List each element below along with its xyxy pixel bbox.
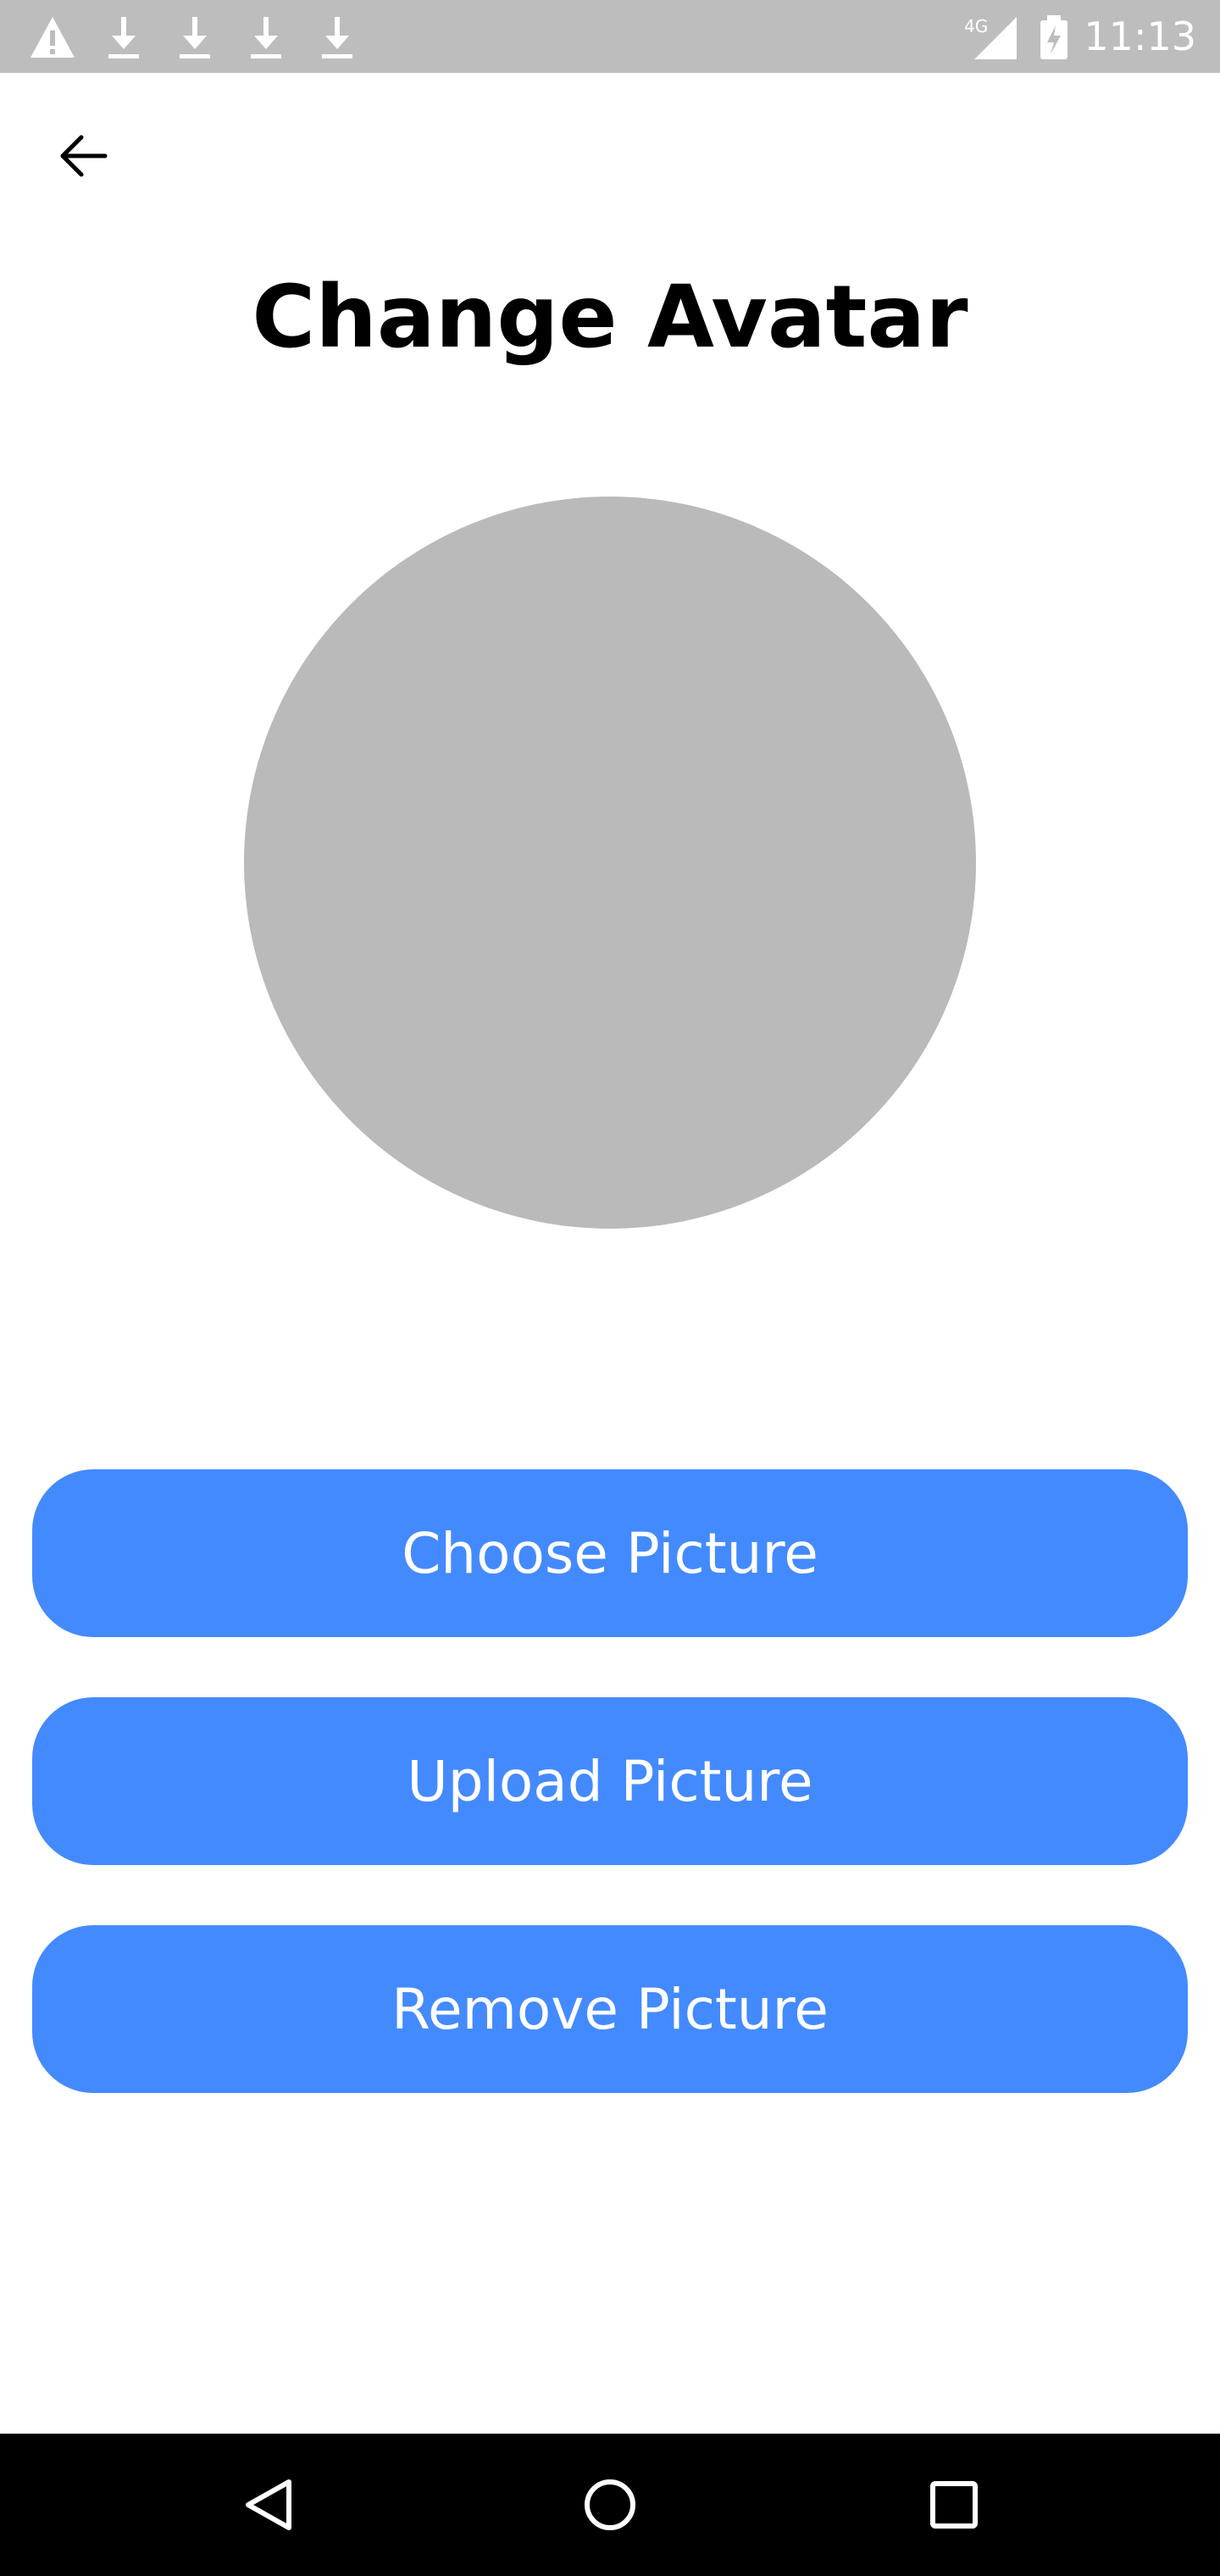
upload-picture-button[interactable]: Upload Picture: [32, 1697, 1188, 1865]
download-icon: [251, 17, 281, 58]
square-recents-icon: [930, 2481, 978, 2529]
download-icon: [108, 17, 139, 58]
navigation-bar: [0, 2434, 1220, 2576]
signal-icon: 4G: [964, 16, 1017, 59]
back-button[interactable]: [47, 120, 119, 192]
status-bar: 4G 11:13: [0, 0, 1220, 73]
battery-charging-icon: [1040, 15, 1068, 59]
triangle-back-icon: [246, 2479, 291, 2530]
screen: 4G 11:13 Change Avatar Choose Picture Up…: [0, 0, 1220, 2576]
avatar: [244, 497, 976, 1229]
network-type-label: 4G: [964, 16, 988, 36]
page-title: Change Avatar: [252, 267, 968, 368]
warning-icon: [30, 17, 75, 58]
status-time: 11:13: [1084, 14, 1196, 59]
nav-home-button[interactable]: [568, 2462, 652, 2547]
download-icon: [322, 17, 352, 58]
nav-back-button[interactable]: [227, 2462, 312, 2547]
download-icon: [180, 17, 210, 58]
nav-recents-button[interactable]: [912, 2462, 996, 2547]
remove-picture-button[interactable]: Remove Picture: [32, 1925, 1188, 2093]
circle-home-icon: [585, 2479, 635, 2530]
choose-picture-button[interactable]: Choose Picture: [32, 1469, 1188, 1637]
arrow-left-icon: [60, 135, 108, 177]
